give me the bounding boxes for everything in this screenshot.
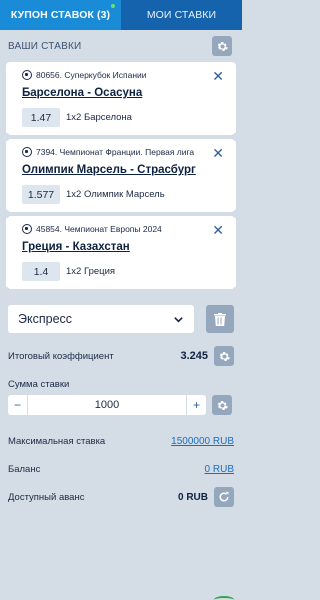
tab-my-bets-label: МОИ СТАВКИ bbox=[146, 9, 217, 21]
pick-label: 1х2 Олимпик Марсель bbox=[66, 189, 165, 200]
max-stake-link[interactable]: 1500000 RUB bbox=[171, 436, 234, 447]
bets-section-header: ВАШИ СТАВКИ bbox=[0, 30, 242, 62]
bet-league: 80656. Суперкубок Испании bbox=[22, 70, 226, 81]
league-name: 45854. Чемпионат Европы 2024 bbox=[36, 224, 162, 234]
football-icon bbox=[22, 147, 32, 157]
league-name: 7394. Чемпионат Франции. Первая лига bbox=[36, 147, 195, 157]
bet-pick: 1.47 1х2 Барселона bbox=[22, 108, 226, 127]
pick-label: 1х2 Греция bbox=[66, 266, 116, 277]
bet-pick: 1.577 1х2 Олимпик Марсель bbox=[22, 185, 226, 204]
bet-type-value: Экспресс bbox=[18, 312, 73, 326]
football-icon bbox=[22, 224, 32, 234]
gear-icon bbox=[219, 351, 230, 361]
odd-value: 1.4 bbox=[22, 262, 60, 281]
chevron-down-icon bbox=[174, 316, 183, 323]
refresh-icon bbox=[219, 491, 229, 502]
advance-label: Доступный аванс bbox=[8, 491, 85, 503]
bet-league: 45854. Чемпионат Европы 2024 bbox=[22, 224, 226, 235]
bet-card: 7394. Чемпионат Франции. Первая лига ✕ О… bbox=[2, 139, 240, 218]
total-coef-value: 3.245 bbox=[180, 350, 208, 362]
max-stake-row: Максимальная ставка 1500000 RUB bbox=[8, 427, 234, 455]
match-name[interactable]: Олимпик Марсель - Страсбург bbox=[22, 164, 226, 176]
balance-label: Баланс bbox=[8, 463, 41, 475]
tab-my-bets[interactable]: МОИ СТАВКИ bbox=[121, 0, 242, 30]
bet-type-row: Экспресс bbox=[0, 293, 242, 333]
decorative-arc bbox=[214, 596, 234, 600]
stake-row: − 1000 + bbox=[0, 395, 242, 415]
odd-value: 1.577 bbox=[22, 185, 60, 204]
stake-amount-input[interactable]: 1000 bbox=[28, 399, 186, 411]
advance-value: 0 RUB bbox=[177, 491, 208, 503]
balance-row: Баланс 0 RUB bbox=[8, 455, 234, 483]
bet-list: 80656. Суперкубок Испании ✕ Барселона - … bbox=[2, 62, 240, 295]
close-icon[interactable]: ✕ bbox=[212, 146, 224, 160]
stake-stepper: − 1000 + bbox=[8, 395, 206, 415]
tab-coupon-label: КУПОН СТАВОК (3) bbox=[10, 9, 111, 21]
bet-league: 7394. Чемпионат Франции. Первая лига bbox=[22, 147, 226, 158]
pick-label: 1х2 Барселона bbox=[66, 112, 132, 123]
gear-icon bbox=[217, 41, 228, 51]
max-stake-label: Максимальная ставка bbox=[8, 435, 106, 447]
coef-settings-button[interactable] bbox=[214, 346, 234, 366]
bet-card: 80656. Суперкубок Испании ✕ Барселона - … bbox=[2, 62, 240, 141]
bet-pick: 1.4 1х2 Греция bbox=[22, 262, 226, 281]
settings-button[interactable] bbox=[212, 36, 232, 56]
league-name: 80656. Суперкубок Испании bbox=[36, 70, 147, 80]
trash-icon bbox=[214, 312, 226, 326]
close-icon[interactable]: ✕ bbox=[212, 223, 224, 237]
stake-settings-button[interactable] bbox=[212, 395, 232, 415]
balance-link[interactable]: 0 RUB bbox=[205, 464, 234, 475]
notification-dot bbox=[111, 4, 115, 8]
gear-icon bbox=[217, 400, 228, 410]
football-icon bbox=[22, 70, 32, 80]
section-title: ВАШИ СТАВКИ bbox=[8, 40, 82, 52]
coupon-tabs: КУПОН СТАВОК (3) МОИ СТАВКИ bbox=[0, 0, 242, 30]
close-icon[interactable]: ✕ bbox=[212, 69, 224, 83]
match-name[interactable]: Барселона - Осасуна bbox=[22, 87, 226, 99]
bet-type-select[interactable]: Экспресс bbox=[8, 305, 194, 333]
odd-value: 1.47 bbox=[22, 108, 60, 127]
total-coefficient-row: Итоговый коэффициент 3.245 bbox=[0, 341, 242, 371]
decrease-stake-button[interactable]: − bbox=[8, 395, 28, 415]
total-coef-label: Итоговый коэффициент bbox=[8, 350, 114, 362]
stake-label: Сумма ставки bbox=[8, 379, 70, 390]
clear-coupon-button[interactable] bbox=[206, 305, 234, 333]
advance-row: Доступный аванс 0 RUB bbox=[8, 483, 234, 511]
account-info: Максимальная ставка 1500000 RUB Баланс 0… bbox=[0, 427, 242, 511]
match-name[interactable]: Греция - Казахстан bbox=[22, 241, 226, 253]
tab-coupon[interactable]: КУПОН СТАВОК (3) bbox=[0, 0, 121, 30]
bet-card: 45854. Чемпионат Европы 2024 ✕ Греция - … bbox=[2, 216, 240, 295]
refresh-button[interactable] bbox=[214, 487, 234, 507]
increase-stake-button[interactable]: + bbox=[186, 395, 206, 415]
